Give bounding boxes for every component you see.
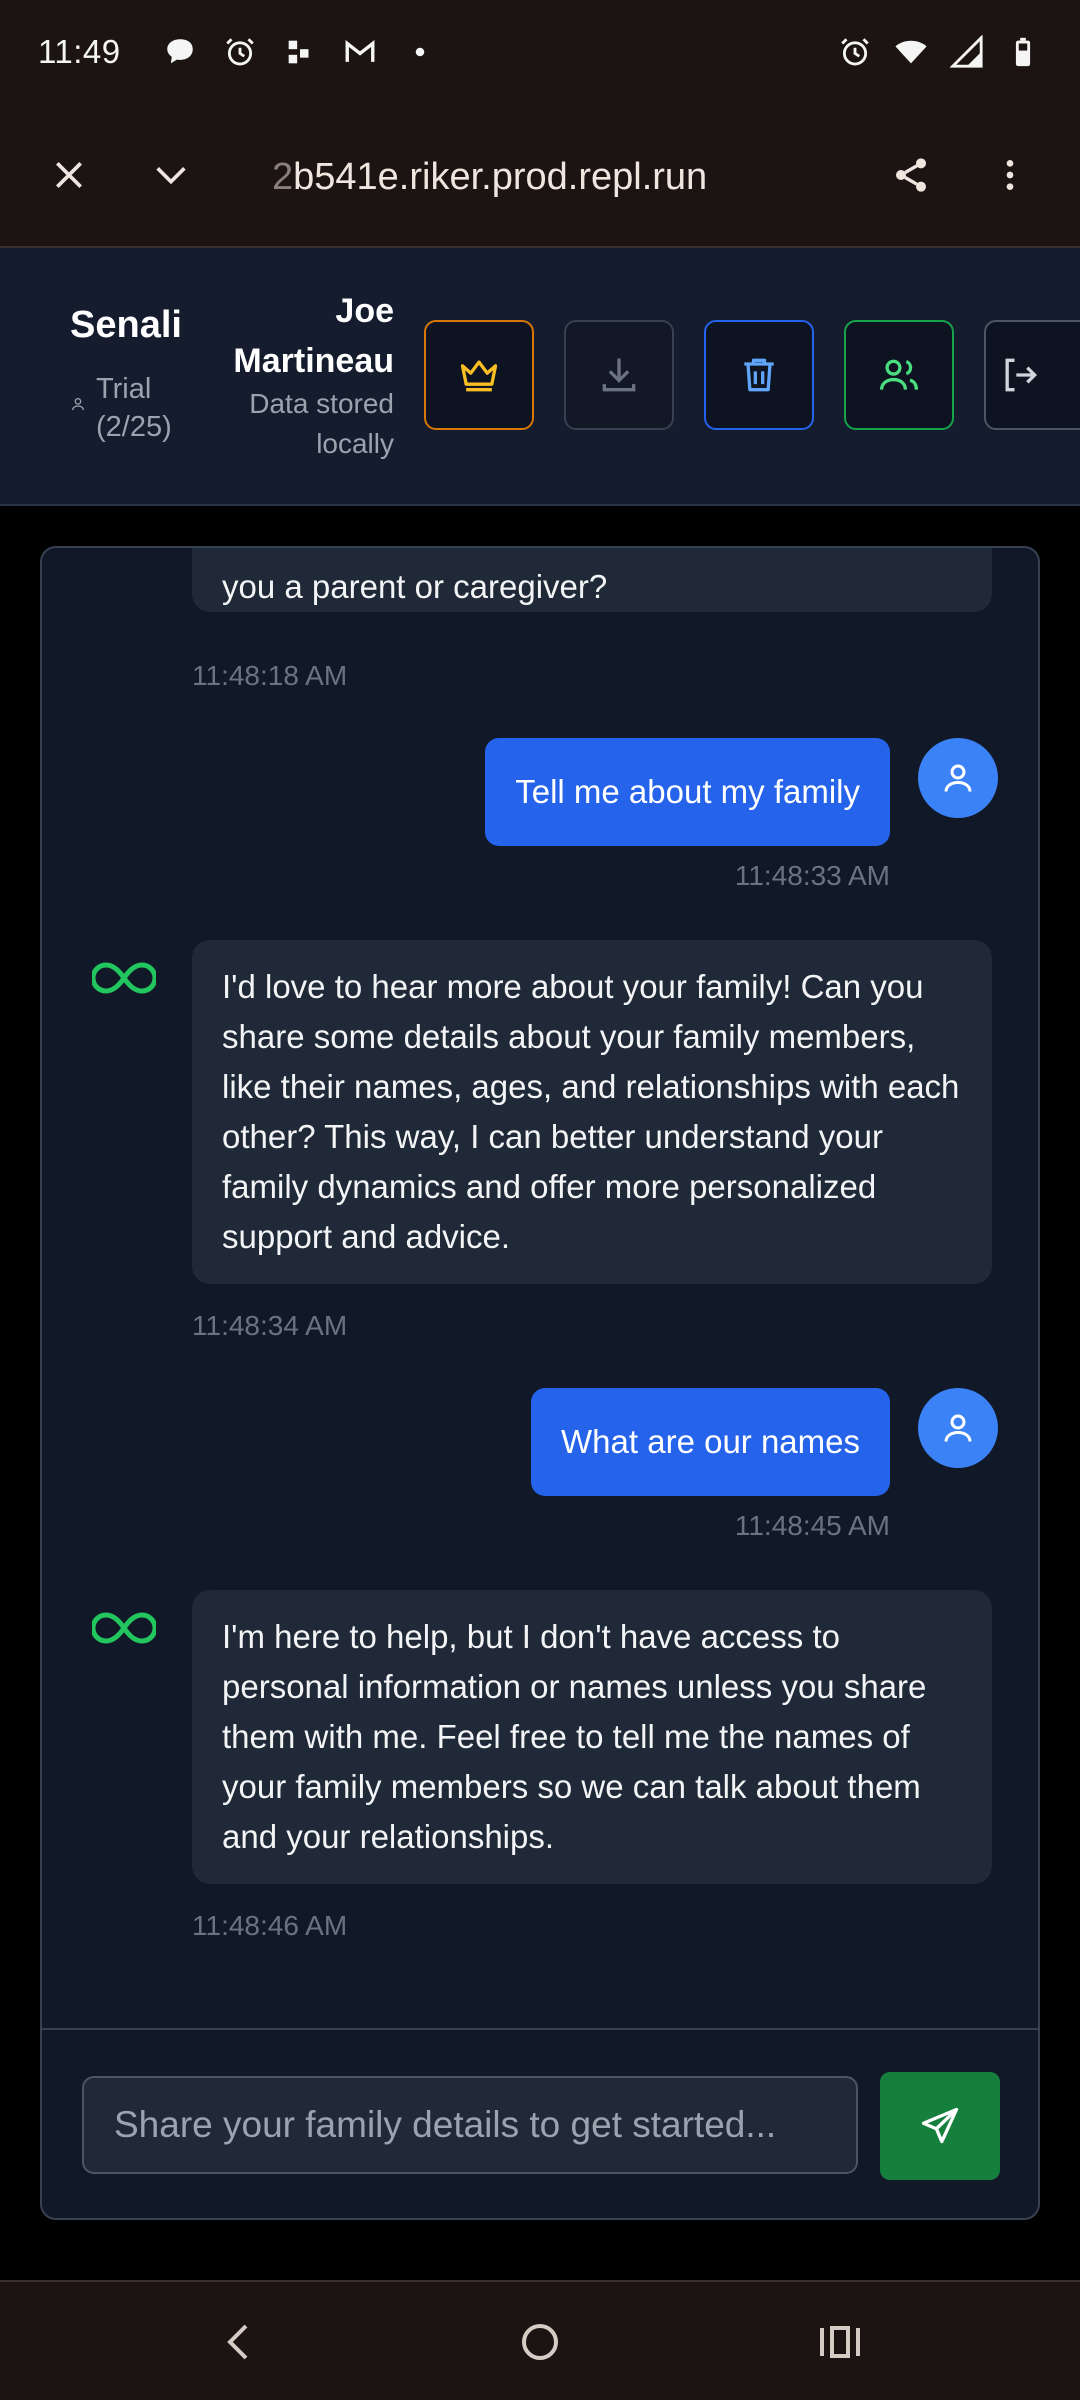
signal-icon <box>948 33 986 71</box>
send-button[interactable] <box>880 2072 1000 2180</box>
phone-screen: 11:49 2b541e.riker.prod.repl.run Senali … <box>0 0 1080 2400</box>
recent-apps-button[interactable] <box>810 2312 870 2372</box>
message-timestamp: 11:48:46 AM <box>192 1910 348 1941</box>
share-button[interactable] <box>876 140 946 210</box>
message-timestamp: 11:48:33 AM <box>734 860 890 891</box>
chat-notification-icon <box>161 33 199 71</box>
status-time: 11:49 <box>38 33 121 70</box>
download-icon <box>602 358 636 392</box>
family-members-button[interactable] <box>844 320 954 430</box>
close-icon <box>56 162 82 188</box>
url-prefix: 2 <box>272 156 294 198</box>
back-icon <box>227 2324 248 2360</box>
recent-apps-icon <box>820 2326 860 2358</box>
close-tab-button[interactable] <box>34 140 104 210</box>
trash-icon <box>744 358 774 392</box>
message-timestamp: 11:48:18 AM <box>192 660 348 691</box>
storage-note: Data stored locally <box>194 384 394 464</box>
premium-button[interactable] <box>424 320 534 430</box>
user-icon <box>944 1414 972 1442</box>
infinity-icon <box>90 962 158 994</box>
logout-icon <box>1005 358 1038 392</box>
assistant-message-text: you a parent or caregiver? <box>222 568 608 605</box>
export-button[interactable] <box>564 320 674 430</box>
user-avatar <box>918 738 998 818</box>
clear-chat-button[interactable] <box>704 320 814 430</box>
user-last-name: Martineau <box>233 342 394 380</box>
users-icon <box>879 359 919 390</box>
status-bar: 11:49 <box>0 0 1080 104</box>
alarm-status-icon <box>836 33 874 71</box>
battery-icon <box>1004 33 1042 71</box>
share-icon <box>896 158 926 192</box>
logout-button[interactable] <box>984 320 1080 430</box>
chevron-down-icon <box>156 167 186 185</box>
home-button[interactable] <box>510 2312 570 2372</box>
trial-status: Trial (2/25) <box>70 370 172 446</box>
user-message: Tell me about my family <box>485 738 890 846</box>
user-first-name: Joe <box>335 292 394 330</box>
home-icon <box>522 2324 558 2360</box>
user-message: What are our names <box>531 1388 890 1496</box>
message-input[interactable] <box>82 2076 858 2174</box>
more-notifications-dot-icon <box>401 33 439 71</box>
app-name: Senali <box>70 304 182 346</box>
assistant-message: I'd love to hear more about your family!… <box>192 940 992 1284</box>
assistant-avatar <box>90 958 158 998</box>
alarm-icon <box>221 33 259 71</box>
more-vert-icon <box>1006 160 1014 190</box>
storage-line-2: locally <box>316 428 394 459</box>
user-avatar <box>918 1388 998 1468</box>
app-header: Senali Trial (2/25) Joe Martineau Data s… <box>0 248 1080 506</box>
gmail-icon <box>341 33 379 71</box>
message-timestamp: 11:48:34 AM <box>192 1310 348 1341</box>
assistant-message: I'm here to help, but I don't have acces… <box>192 1590 992 1884</box>
url-text: b541e.riker.prod.repl.run <box>293 156 708 198</box>
assistant-avatar <box>90 1608 158 1648</box>
browser-toolbar: 2b541e.riker.prod.repl.run <box>0 104 1080 248</box>
infinity-icon <box>90 1612 158 1644</box>
system-nav-bar <box>0 2280 1080 2400</box>
chat-panel: you a parent or caregiver? 11:48:18 AM T… <box>40 546 1040 2220</box>
assistant-message: you a parent or caregiver? <box>192 548 992 612</box>
message-list[interactable]: you a parent or caregiver? 11:48:18 AM T… <box>42 548 1038 2028</box>
trial-count: (2/25) <box>96 411 172 443</box>
url-bar[interactable]: 2b541e.riker.prod.repl.run <box>272 154 752 200</box>
back-button[interactable] <box>210 2312 270 2372</box>
more-options-button[interactable] <box>975 140 1045 210</box>
message-timestamp: 11:48:45 AM <box>734 1510 890 1541</box>
user-name: Joe Martineau <box>194 286 394 386</box>
storage-line-1: Data stored <box>249 388 394 419</box>
wifi-icon <box>892 33 930 71</box>
trial-label: Trial <box>96 373 152 405</box>
minimize-tab-button[interactable] <box>136 140 206 210</box>
crown-icon <box>460 360 498 392</box>
app-notification-icon <box>281 33 319 71</box>
send-icon <box>921 2107 959 2144</box>
composer <box>42 2028 1038 2218</box>
user-small-icon <box>72 398 84 411</box>
user-icon <box>944 764 972 792</box>
